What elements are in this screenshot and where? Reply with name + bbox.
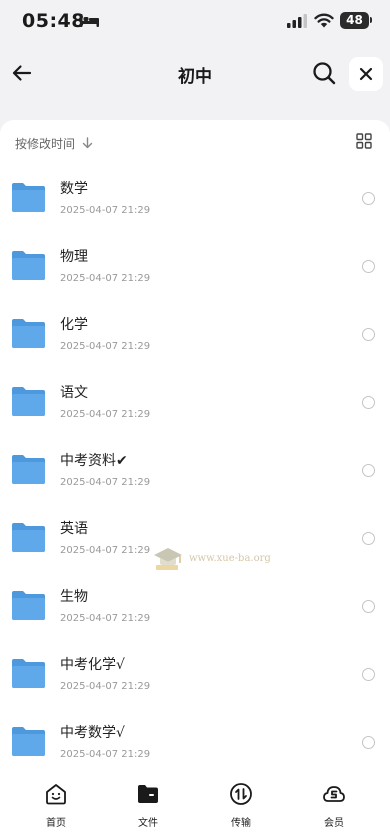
folder-icon: [12, 455, 45, 484]
close-icon: [359, 67, 373, 81]
file-list: 数学 2025-04-07 21:29 物理 2025-04-07 21:29 化学 20…: [0, 164, 390, 776]
folder-icon: [12, 319, 45, 348]
wifi-icon: [314, 13, 334, 28]
file-modified-date: 2025-04-07 21:29: [60, 341, 151, 352]
tab-label: 传输: [231, 818, 251, 829]
search-icon[interactable]: [311, 60, 337, 86]
file-row[interactable]: 中考数学√ 2025-04-07 21:29: [0, 708, 390, 776]
tab-files[interactable]: 文件: [118, 782, 178, 829]
select-radio[interactable]: [362, 260, 375, 273]
file-modified-date: 2025-04-07 21:29: [60, 749, 151, 760]
select-radio[interactable]: [362, 192, 375, 205]
tab-home[interactable]: 首页: [26, 782, 86, 829]
home-smile-icon: [46, 784, 66, 805]
grid-view-icon[interactable]: [356, 133, 372, 149]
file-modified-date: 2025-04-07 21:29: [60, 681, 151, 692]
file-name: 语文: [60, 385, 88, 401]
tab-transfer[interactable]: 传输: [211, 782, 271, 829]
signal-icon: [287, 14, 307, 28]
file-row[interactable]: 物理 2025-04-07 21:29: [0, 232, 390, 300]
file-modified-date: 2025-04-07 21:29: [60, 545, 151, 556]
file-modified-date: 2025-04-07 21:29: [60, 205, 151, 216]
transfer-icon: [230, 783, 252, 805]
folder-icon: [12, 183, 45, 212]
battery-cap: [370, 17, 372, 23]
tab-bar: 首页 文件 传输 会员: [0, 775, 390, 833]
select-radio[interactable]: [362, 736, 375, 749]
sort-selector[interactable]: 按修改时间: [15, 134, 93, 152]
watermark: www.xue-ba.org: [150, 543, 271, 573]
sort-label: 按修改时间: [15, 136, 76, 151]
header: 初中: [0, 50, 390, 100]
file-name: 数学: [60, 181, 88, 197]
file-name: 物理: [60, 249, 88, 265]
file-name: 英语: [60, 521, 88, 537]
tab-label: 会员: [324, 818, 344, 829]
file-name: 中考化学√: [60, 657, 125, 673]
folder-icon: [12, 251, 45, 280]
select-radio[interactable]: [362, 464, 375, 477]
sleep-mode-icon: [80, 14, 99, 27]
close-button[interactable]: [349, 57, 383, 91]
tab-label: 文件: [138, 818, 158, 829]
file-modified-date: 2025-04-07 21:29: [60, 477, 151, 488]
folder-icon: [12, 591, 45, 620]
file-row[interactable]: 中考资料✔ 2025-04-07 21:29: [0, 436, 390, 504]
folder-icon: [12, 659, 45, 688]
status-time: 05:48: [22, 10, 85, 32]
file-row[interactable]: 语文 2025-04-07 21:29: [0, 368, 390, 436]
file-row[interactable]: 化学 2025-04-07 21:29: [0, 300, 390, 368]
select-radio[interactable]: [362, 396, 375, 409]
file-modified-date: 2025-04-07 21:29: [60, 409, 151, 420]
folder-icon: [12, 387, 45, 416]
select-radio[interactable]: [362, 328, 375, 341]
select-radio[interactable]: [362, 532, 375, 545]
folder-icon: [12, 727, 45, 756]
graduation-cap-icon: [154, 548, 182, 570]
select-radio[interactable]: [362, 600, 375, 613]
tab-member[interactable]: 会员: [304, 782, 364, 829]
file-row[interactable]: 数学 2025-04-07 21:29: [0, 164, 390, 232]
file-modified-date: 2025-04-07 21:29: [60, 613, 151, 624]
file-name: 中考数学√: [60, 725, 125, 741]
file-name: 中考资料✔: [60, 453, 128, 469]
file-row[interactable]: 生物 2025-04-07 21:29: [0, 572, 390, 640]
file-row[interactable]: 中考化学√ 2025-04-07 21:29: [0, 640, 390, 708]
folder-icon: [12, 523, 45, 552]
status-bar: 05:48 48: [0, 0, 390, 44]
battery-indicator: 48: [340, 12, 369, 29]
file-name: 生物: [60, 589, 88, 605]
watermark-text: www.xue-ba.org: [189, 552, 271, 564]
file-browser: 按修改时间 数学 2025-04-07 21:29 物理 2025-04-07 21:…: [0, 120, 390, 775]
file-modified-date: 2025-04-07 21:29: [60, 273, 151, 284]
file-name: 化学: [60, 317, 88, 333]
arrow-down-icon: [82, 137, 93, 149]
folder-icon: [138, 785, 158, 803]
tab-label: 首页: [46, 818, 66, 829]
member-icon: [323, 786, 345, 802]
select-radio[interactable]: [362, 668, 375, 681]
